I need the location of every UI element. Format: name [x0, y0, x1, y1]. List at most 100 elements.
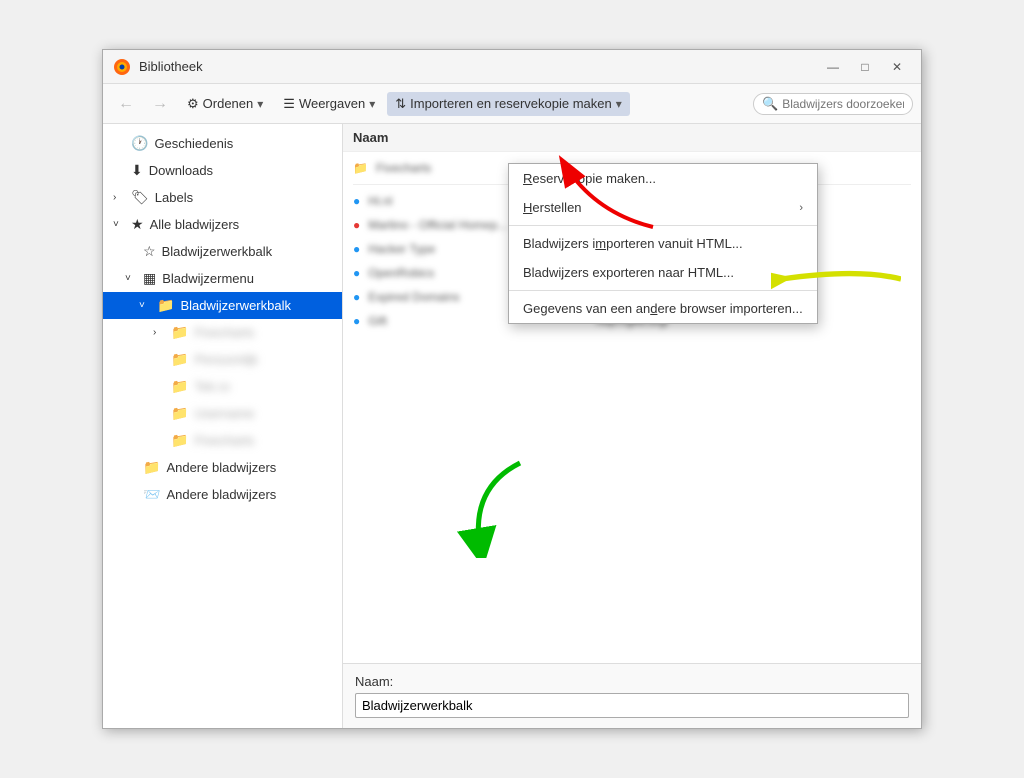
- clock-icon: 🕐: [131, 135, 148, 152]
- sidebar-item-label: Geschiedenis: [154, 136, 233, 151]
- gear-icon: ⚙: [187, 96, 199, 112]
- sidebar-item-bwb2-selected[interactable]: ˅ 📁 Bladwijzerwerkbalk: [103, 292, 342, 319]
- restore-label: Herstellen: [523, 200, 582, 215]
- dropdown-menu: Reservekopie maken... Herstellen › Bladw…: [508, 163, 818, 324]
- organize-chevron: ▾: [257, 97, 263, 111]
- forward-button[interactable]: →: [145, 90, 175, 118]
- window-title: Bibliotheek: [139, 59, 203, 74]
- firefox-icon: [113, 58, 131, 76]
- menu-icon: ▦: [143, 270, 156, 287]
- sidebar-item-label: Fivecharts: [194, 325, 254, 340]
- sidebar-item-label: Tek.ro: [194, 379, 229, 394]
- sidebar: 🕐 Geschiedenis ⬇ Downloads › 🏷 Labels ˅ …: [103, 124, 343, 728]
- content-header: Naam: [343, 124, 921, 152]
- import-icon: ⇅: [395, 96, 406, 112]
- search-box: 🔍: [753, 93, 913, 115]
- folder-icon: 📁: [157, 297, 174, 314]
- back-button[interactable]: ←: [111, 90, 141, 118]
- expand-arrow: ˅: [113, 219, 125, 230]
- info-label: Naam:: [355, 674, 909, 689]
- expand-arrow: ›: [113, 192, 125, 203]
- export-html-label: Bladwijzers exporteren naar HTML...: [523, 265, 734, 280]
- folder-icon: 📁: [171, 324, 188, 341]
- site-icon: ●: [353, 290, 360, 304]
- sidebar-item-downloads[interactable]: ⬇ Downloads: [103, 157, 342, 184]
- import-button[interactable]: ⇅ Importeren en reservekopie maken ▾: [387, 92, 630, 116]
- sidebar-item-bwb1[interactable]: ☆ Bladwijzerwerkbalk: [103, 238, 342, 265]
- sidebar-item-label: Bladwijzermenu: [162, 271, 254, 286]
- sidebar-item-label: Downloads: [149, 163, 213, 178]
- import-browser-label: Gegevens van een andere browser importer…: [523, 301, 803, 316]
- sidebar-item-sub4[interactable]: 📁 Username: [103, 400, 342, 427]
- dropdown-item-restore[interactable]: Herstellen ›: [509, 193, 817, 222]
- folder-icon: 📁: [353, 161, 368, 175]
- site-icon: ●: [353, 218, 360, 232]
- site-icon: ●: [353, 242, 360, 256]
- dropdown-item-import-html[interactable]: Bladwijzers importeren vanuit HTML...: [509, 229, 817, 258]
- dropdown-item-import-browser[interactable]: Gegevens van een andere browser importer…: [509, 294, 817, 323]
- search-input[interactable]: [782, 97, 904, 111]
- sidebar-item-bwm[interactable]: ˅ ▦ Bladwijzermenu: [103, 265, 342, 292]
- sidebar-item-sub5[interactable]: 📁 Fivecharts: [103, 427, 342, 454]
- col-adres-header: [593, 130, 911, 145]
- sidebar-item-label: Fivecharts: [194, 433, 254, 448]
- sidebar-item-label: Andere bladwijzers: [166, 487, 276, 502]
- inbox-icon: 📨: [143, 486, 160, 503]
- organize-button[interactable]: ⚙ Ordenen ▾: [179, 92, 271, 116]
- main-area: 🕐 Geschiedenis ⬇ Downloads › 🏷 Labels ˅ …: [103, 124, 921, 728]
- site-icon: ●: [353, 194, 360, 208]
- sidebar-item-label: Username: [194, 406, 254, 421]
- sidebar-item-alle[interactable]: ˅ ★ Alle bladwijzers: [103, 211, 342, 238]
- views-button[interactable]: ☰ Weergaven ▾: [275, 92, 383, 116]
- sidebar-item-sub2[interactable]: 📁 Persoonlijk: [103, 346, 342, 373]
- backup-label: Reservekopie maken...: [523, 171, 656, 186]
- sidebar-item-andere1[interactable]: 📁 Andere bladwijzers: [103, 454, 342, 481]
- restore-chevron: ›: [799, 202, 803, 214]
- views-chevron: ▾: [369, 97, 375, 111]
- sidebar-item-andere2[interactable]: 📨 Andere bladwijzers: [103, 481, 342, 508]
- col-naam-header: Naam: [353, 130, 593, 145]
- sidebar-item-geschiedenis[interactable]: 🕐 Geschiedenis: [103, 130, 342, 157]
- import-html-label: Bladwijzers importeren vanuit HTML...: [523, 236, 743, 251]
- content-area: Reservekopie maken... Herstellen › Bladw…: [343, 124, 921, 728]
- bookmark-icon: ☆: [143, 243, 156, 260]
- folder-icon: 📁: [171, 405, 188, 422]
- sidebar-item-label: Labels: [155, 190, 193, 205]
- download-icon: ⬇: [131, 162, 143, 179]
- dropdown-separator-2: [509, 290, 817, 291]
- dropdown-item-export-html[interactable]: Bladwijzers exporteren naar HTML...: [509, 258, 817, 287]
- organize-label: Ordenen: [203, 96, 254, 111]
- site-icon: ●: [353, 266, 360, 280]
- expand-arrow: ˅: [125, 273, 137, 284]
- expand-arrow: ›: [153, 327, 165, 338]
- folder-icon: 📁: [171, 432, 188, 449]
- views-label: Weergaven: [299, 96, 365, 111]
- sidebar-item-label: Bladwijzerwerkbalk: [180, 298, 291, 313]
- titlebar-controls: — □ ✕: [819, 56, 911, 78]
- sidebar-item-sub3[interactable]: 📁 Tek.ro: [103, 373, 342, 400]
- close-button[interactable]: ✕: [883, 56, 911, 78]
- import-chevron: ▾: [616, 97, 622, 111]
- dropdown-item-backup[interactable]: Reservekopie maken...: [509, 164, 817, 193]
- folder-icon: 📁: [171, 351, 188, 368]
- site-icon: ●: [353, 314, 360, 328]
- views-icon: ☰: [283, 96, 295, 112]
- sidebar-item-labels[interactable]: › 🏷 Labels: [103, 184, 342, 211]
- dropdown-separator-1: [509, 225, 817, 226]
- info-value-input[interactable]: [355, 693, 909, 718]
- minimize-button[interactable]: —: [819, 56, 847, 78]
- sidebar-item-label: Bladwijzerwerkbalk: [162, 244, 273, 259]
- info-panel: Naam:: [343, 663, 921, 728]
- main-window: Bibliotheek — □ ✕ ← → ⚙ Ordenen ▾ ☰ Weer…: [102, 49, 922, 729]
- sidebar-item-label: Alle bladwijzers: [150, 217, 240, 232]
- sidebar-item-sub1[interactable]: › 📁 Fivecharts: [103, 319, 342, 346]
- maximize-button[interactable]: □: [851, 56, 879, 78]
- sidebar-item-label: Persoonlijk: [194, 352, 258, 367]
- sidebar-item-label: Andere bladwijzers: [166, 460, 276, 475]
- import-label: Importeren en reservekopie maken: [410, 96, 612, 111]
- star-icon: ★: [131, 216, 144, 233]
- toolbar: ← → ⚙ Ordenen ▾ ☰ Weergaven ▾ ⇅ Importer…: [103, 84, 921, 124]
- search-icon: 🔍: [762, 96, 778, 112]
- folder-icon: 📁: [171, 378, 188, 395]
- expand-arrow: ˅: [139, 300, 151, 311]
